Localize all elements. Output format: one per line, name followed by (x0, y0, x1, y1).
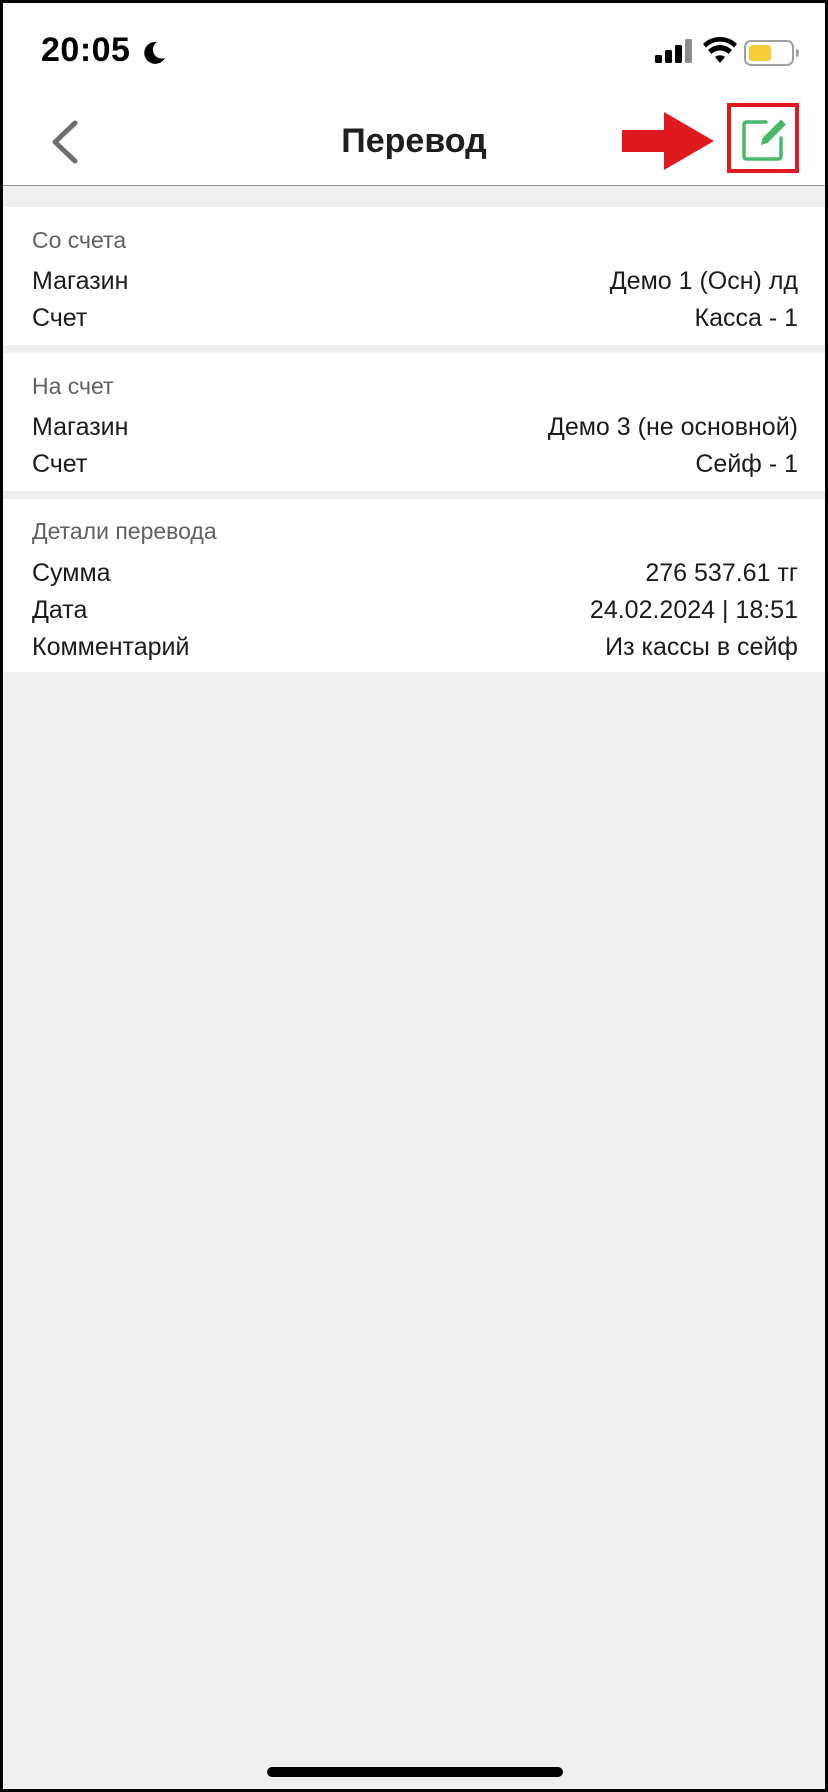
date-value: 24.02.2024 | 18:51 (589, 596, 798, 624)
section-title-to: На счет (32, 373, 114, 399)
from-account-value: Касса - 1 (694, 304, 799, 332)
from-store-label: Магазин (32, 267, 129, 295)
red-arrow-annotation (622, 112, 714, 170)
from-account-section: Со счета Магазин Демо 1 (Осн) лд Счет Ка… (3, 207, 825, 345)
status-time: 20:05 (41, 31, 131, 69)
to-store-value: Демо 3 (не основной) (547, 413, 798, 441)
date-label: Дата (32, 596, 88, 624)
to-account-label: Счет (32, 450, 88, 478)
battery-icon (744, 40, 799, 66)
comment-value: Из кассы в сейф (605, 633, 798, 661)
edit-icon (742, 119, 786, 161)
to-account-value: Сейф - 1 (695, 450, 798, 478)
screen: 20:05 Перевод Со счета Магазин Демо 1 (О… (0, 0, 828, 1792)
home-indicator (267, 1767, 563, 1777)
from-store-value: Демо 1 (Осн) лд (609, 267, 798, 295)
to-account-section: На счет Магазин Демо 3 (не основной) Сче… (3, 353, 825, 491)
section-title-from: Со счета (32, 227, 127, 253)
transfer-details-section: Детали перевода Сумма 276 537.61 тг Дата… (3, 499, 825, 672)
wifi-icon (703, 37, 737, 63)
status-bar: 20:05 (3, 3, 825, 97)
moon-icon (144, 41, 165, 64)
amount-value: 276 537.61 тг (645, 559, 798, 587)
section-title-details: Детали перевода (32, 518, 217, 544)
navigation-bar: Перевод (3, 97, 825, 186)
to-store-label: Магазин (32, 413, 129, 441)
comment-label: Комментарий (32, 633, 190, 661)
cellular-signal-icon (655, 39, 692, 63)
amount-label: Сумма (32, 559, 111, 587)
edit-button[interactable] (727, 103, 799, 173)
from-account-label: Счет (32, 304, 88, 332)
